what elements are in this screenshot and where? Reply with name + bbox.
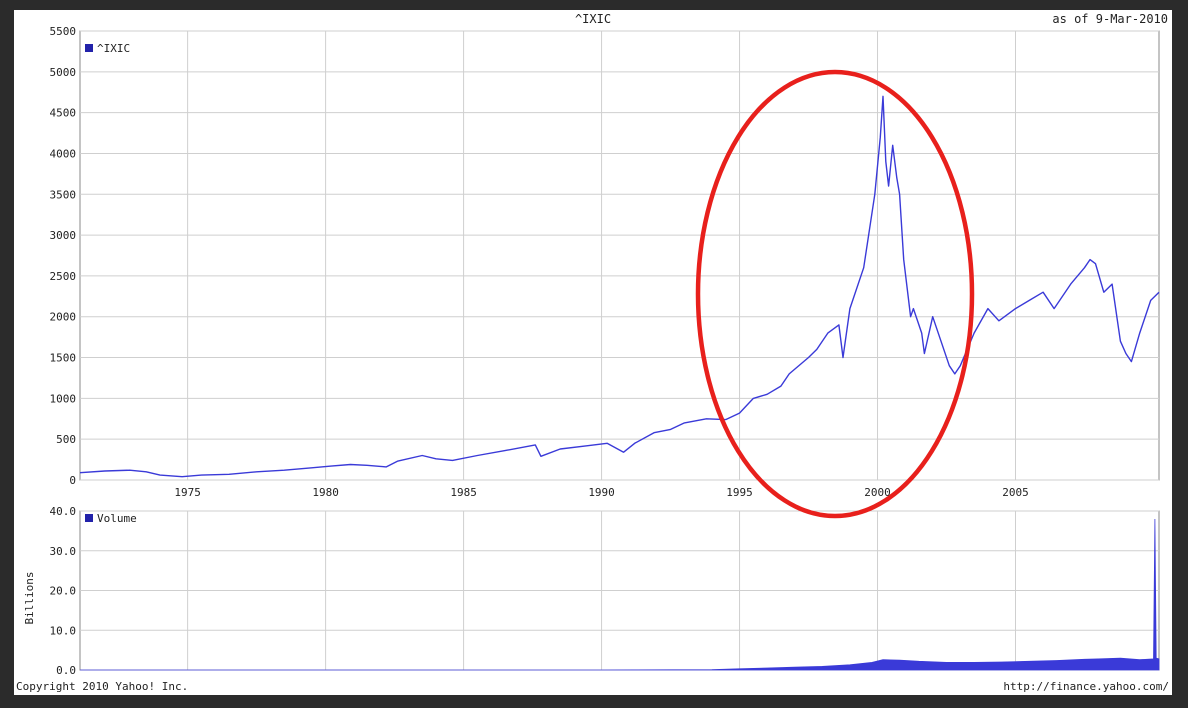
as-of-date: as of 9-Mar-2010	[1052, 12, 1168, 26]
price-y-tick-label: 1000	[50, 392, 77, 405]
price-y-tick-label: 2000	[50, 311, 77, 324]
x-tick-label: 1990	[588, 486, 615, 499]
price-y-tick-label: 0	[69, 474, 76, 487]
volume-y-tick-label: 0.0	[56, 664, 76, 677]
volume-legend-label: Volume	[97, 512, 137, 525]
price-y-tick-label: 3000	[50, 229, 77, 242]
x-tick-label: 1975	[174, 486, 201, 499]
copyright-text: Copyright 2010 Yahoo! Inc.	[16, 680, 188, 693]
x-tick-label: 1985	[450, 486, 477, 499]
x-tick-label: 2005	[1002, 486, 1029, 499]
volume-legend-swatch	[85, 514, 93, 522]
price-legend-swatch	[85, 44, 93, 52]
price-y-tick-label: 1500	[50, 352, 77, 365]
volume-y-tick-label: 20.0	[50, 585, 77, 598]
price-y-tick-label: 4500	[50, 107, 77, 120]
x-tick-label: 1980	[312, 486, 339, 499]
price-y-tick-label: 500	[56, 433, 76, 446]
price-y-tick-label: 4000	[50, 147, 77, 160]
x-tick-label: 1995	[726, 486, 753, 499]
chart-frame: 0 500 1000 1500 2000 2500 3000 3500 4000 4500 5000…	[14, 10, 1172, 695]
volume-axis-label: Billions	[23, 572, 36, 625]
source-url: http://finance.yahoo.com/	[1003, 680, 1169, 693]
price-y-tick-label: 5000	[50, 66, 77, 79]
nasdaq-chart: 0 500 1000 1500 2000 2500 3000 3500 4000 4500 5000…	[16, 12, 1169, 693]
volume-series-area	[80, 518, 1160, 671]
volume-y-tick-label: 30.0	[50, 545, 77, 558]
chart-title: ^IXIC	[575, 12, 611, 26]
volume-y-tick-label: 10.0	[50, 624, 77, 637]
price-y-tick-label: 3500	[50, 188, 77, 201]
price-y-tick-label: 5500	[50, 25, 77, 38]
price-panel-border	[79, 30, 1160, 481]
price-y-tick-label: 2500	[50, 270, 77, 283]
volume-y-tick-label: 40.0	[50, 505, 77, 518]
price-legend-label: ^IXIC	[97, 42, 130, 55]
